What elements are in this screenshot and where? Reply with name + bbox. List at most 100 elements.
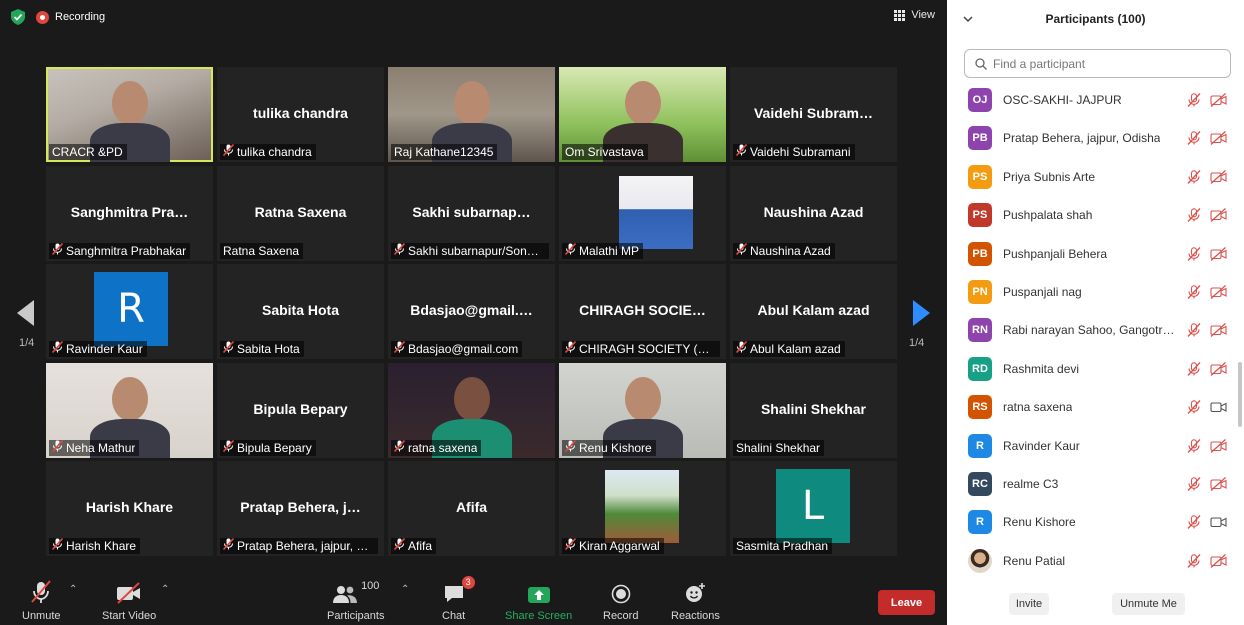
participant-tile[interactable]: Pratap Behera, j… Pratap Behera, jajpur, … [217, 461, 384, 556]
participant-tile[interactable]: CRACR &PD [46, 67, 213, 162]
participant-tile[interactable]: tulika chandra tulika chandra [217, 67, 384, 162]
video-on-icon[interactable] [1210, 400, 1227, 414]
participant-tile[interactable]: L Sasmita Pradhan [730, 461, 897, 556]
audio-options-caret-icon[interactable]: ⌃ [69, 584, 77, 595]
participant-row[interactable]: PS Pushpalata shah [947, 196, 1237, 234]
share-screen-button[interactable]: Share Screen [505, 580, 572, 622]
participant-tile[interactable]: Sanghmitra Pra… Sanghmitra Prabhakar [46, 166, 213, 261]
video-off-icon[interactable] [1210, 439, 1227, 453]
participants-scrollbar[interactable] [1238, 362, 1242, 427]
participant-tile[interactable]: Renu Kishore [559, 363, 726, 458]
participant-tile[interactable]: Sabita Hota Sabita Hota [217, 264, 384, 359]
participant-tile[interactable]: R Ravinder Kaur [46, 264, 213, 359]
record-button[interactable]: Record [603, 580, 638, 622]
video-off-icon[interactable] [1210, 208, 1227, 222]
muted-mic-icon[interactable] [1187, 515, 1201, 529]
participant-name: Pratap Behera, jajpur, Odisha [1003, 131, 1161, 145]
participant-tile[interactable]: Kiran Aggarwal [559, 461, 726, 556]
video-on-icon[interactable] [1210, 515, 1227, 529]
participant-row[interactable]: R Ravinder Kaur [947, 427, 1237, 465]
participant-tile[interactable]: Neha Mathur [46, 363, 213, 458]
participants-options-caret-icon[interactable]: ⌃ [401, 584, 409, 595]
previous-page-arrow-icon[interactable] [17, 300, 35, 326]
muted-mic-icon[interactable] [1187, 554, 1201, 568]
participant-row[interactable]: PN Puspanjali nag [947, 273, 1237, 311]
tile-name-label: Shalini Shekhar [733, 440, 825, 456]
video-off-icon[interactable] [1210, 247, 1227, 261]
tile-display-name: Ratna Saxena [254, 204, 347, 220]
start-video-button[interactable]: Start Video [102, 580, 156, 622]
participant-tile[interactable]: CHIRAGH SOCIE… CHIRAGH SOCIETY (Zafa… [559, 264, 726, 359]
participant-row[interactable]: PS Priya Subnis Arte [947, 158, 1237, 196]
participant-search-box[interactable] [964, 49, 1231, 78]
participants-button[interactable]: 100 Participants [327, 580, 384, 622]
muted-mic-icon[interactable] [1187, 362, 1201, 376]
reactions-smiley-icon [684, 580, 706, 604]
participant-row[interactable]: OJ OSC-SAKHI- JAJPUR [947, 81, 1237, 119]
security-shield-icon[interactable] [10, 9, 26, 25]
muted-mic-icon[interactable] [1187, 170, 1201, 184]
participant-initials: OJ [972, 94, 988, 106]
participant-tile[interactable]: Ratna Saxena Ratna Saxena [217, 166, 384, 261]
muted-mic-icon[interactable] [1187, 93, 1201, 107]
next-page-arrow-icon[interactable] [912, 300, 930, 326]
meeting-status-bar: Recording [10, 9, 105, 25]
participant-avatar: R [968, 510, 992, 534]
participant-tile[interactable]: Bipula Bepary Bipula Bepary [217, 363, 384, 458]
participant-tile[interactable]: Afifa Afifa [388, 461, 555, 556]
participant-tile[interactable]: Harish Khare Harish Khare [46, 461, 213, 556]
participant-row[interactable]: Renu Patial [947, 542, 1237, 578]
participant-tile[interactable]: Malathi MP [559, 166, 726, 261]
muted-mic-icon[interactable] [1187, 439, 1201, 453]
video-off-icon[interactable] [1210, 554, 1227, 568]
participant-row[interactable]: RS ratna saxena [947, 388, 1237, 426]
tile-name-text: Naushina Azad [750, 244, 831, 258]
muted-mic-icon [51, 440, 64, 456]
muted-mic-icon[interactable] [1187, 247, 1201, 261]
participant-tile[interactable]: Bdasjao@gmail.… Bdasjao@gmail.com [388, 264, 555, 359]
tile-name-label: Ratna Saxena [220, 243, 304, 259]
muted-mic-icon[interactable] [1187, 285, 1201, 299]
unmute-me-button[interactable]: Unmute Me [1112, 593, 1185, 615]
chat-button[interactable]: 3 Chat [442, 576, 475, 622]
participant-row[interactable]: RN Rabi narayan Sahoo, Gangotre… [947, 311, 1237, 349]
video-off-icon[interactable] [1210, 93, 1227, 107]
participant-video-head [454, 377, 490, 421]
video-off-icon[interactable] [1210, 131, 1227, 145]
video-options-caret-icon[interactable]: ⌃ [161, 584, 169, 595]
view-button[interactable]: View [894, 9, 935, 21]
participant-tile[interactable]: Vaidehi Subram… Vaidehi Subramani [730, 67, 897, 162]
muted-mic-icon [222, 538, 235, 554]
participant-row[interactable]: R Renu Kishore [947, 503, 1237, 541]
invite-button[interactable]: Invite [1009, 593, 1049, 615]
video-off-icon[interactable] [1210, 170, 1227, 184]
participant-row[interactable]: PB Pushpanjali Behera [947, 235, 1237, 273]
participant-tile[interactable]: Naushina Azad Naushina Azad [730, 166, 897, 261]
participants-panel: Participants (100) OJ OSC-SAKHI- JAJPUR PB… [947, 0, 1244, 625]
recording-indicator[interactable]: Recording [36, 10, 105, 24]
muted-mic-icon[interactable] [1187, 400, 1201, 414]
muted-mic-icon[interactable] [1187, 208, 1201, 222]
muted-mic-icon[interactable] [1187, 131, 1201, 145]
participant-row[interactable]: PB Pratap Behera, jajpur, Odisha [947, 119, 1237, 157]
muted-mic-icon[interactable] [1187, 477, 1201, 491]
participant-tile[interactable]: Raj Kathane12345 [388, 67, 555, 162]
participants-list: OJ OSC-SAKHI- JAJPUR PB Pratap Behera, jajp… [947, 81, 1237, 578]
reactions-button[interactable]: Reactions [671, 580, 720, 622]
participant-tile[interactable]: Om Srivastava [559, 67, 726, 162]
participant-tile[interactable]: Shalini Shekhar Shalini Shekhar [730, 363, 897, 458]
unmute-button[interactable]: Unmute [22, 580, 61, 622]
video-off-icon[interactable] [1210, 323, 1227, 337]
grid-view-icon [894, 9, 906, 21]
muted-mic-icon[interactable] [1187, 323, 1201, 337]
video-off-icon[interactable] [1210, 285, 1227, 299]
participant-tile[interactable]: ratna saxena [388, 363, 555, 458]
participant-tile[interactable]: Abul Kalam azad Abul Kalam azad [730, 264, 897, 359]
leave-button[interactable]: Leave [878, 590, 935, 615]
video-off-icon[interactable] [1210, 477, 1227, 491]
participant-search-input[interactable] [993, 56, 1213, 71]
participant-tile[interactable]: Sakhi subarnap… Sakhi subarnapur/Sone… [388, 166, 555, 261]
participant-row[interactable]: RD Rashmita devi [947, 350, 1237, 388]
participant-row[interactable]: RC realme C3 [947, 465, 1237, 503]
video-off-icon[interactable] [1210, 362, 1227, 376]
